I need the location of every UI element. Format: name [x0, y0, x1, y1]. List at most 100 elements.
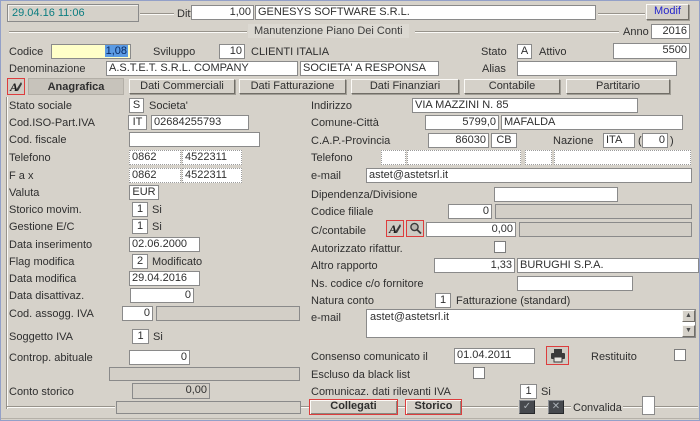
- storico-movim-desc: Si: [152, 204, 162, 217]
- divider: [623, 406, 642, 408]
- edit-icon: A: [9, 80, 23, 93]
- indirizzo-label: Indirizzo: [311, 100, 352, 113]
- telefono2-prefix1-field[interactable]: [381, 150, 406, 165]
- fax-prefix-field[interactable]: 0862: [129, 168, 181, 183]
- conto-storico-label: Conto storico: [9, 386, 74, 399]
- tab-partitario[interactable]: Partitario: [566, 79, 670, 94]
- convalida-toggle[interactable]: [642, 396, 655, 415]
- edit-anagrafica-button[interactable]: A: [7, 78, 25, 95]
- c-contabile-desc-field: [519, 222, 692, 237]
- stato-sociale-label: Stato sociale: [9, 100, 72, 113]
- collegati-button[interactable]: Collegati: [309, 399, 398, 415]
- comunicaz-iva-desc: Si: [541, 386, 551, 399]
- denominazione-extra-field[interactable]: SOCIETA' A RESPONSA: [300, 61, 439, 76]
- comune-code-field[interactable]: 5799,0: [425, 115, 499, 130]
- cod-assogg-iva-field[interactable]: 0: [122, 306, 153, 321]
- provincia-field[interactable]: CB: [491, 133, 517, 148]
- check-icon: ✓: [523, 401, 531, 412]
- cancel-button[interactable]: ✕: [548, 400, 564, 414]
- comunicaz-iva-label: Comunicaz. dati rilevanti IVA: [311, 386, 451, 399]
- telefono2-prefix2-field[interactable]: [525, 150, 552, 165]
- indirizzo-field[interactable]: VIA MAZZINI N. 85: [412, 98, 638, 113]
- natura-conto-desc: Fatturazione (standard): [456, 295, 570, 308]
- email2-textarea[interactable]: astet@astetsrl.it: [366, 309, 696, 338]
- data-modifica-field[interactable]: 29.04.2016: [129, 271, 200, 286]
- flag-modifica-label: Flag modifica: [9, 256, 74, 269]
- c-contabile-label: C/contabile: [311, 225, 366, 238]
- telefono2-number2-field[interactable]: [554, 150, 691, 165]
- autorizzato-rifattur-checkbox[interactable]: [494, 241, 506, 253]
- data-inserimento-field[interactable]: 02.06.2000: [129, 237, 200, 252]
- scroll-up-button[interactable]: ▲: [682, 310, 695, 322]
- window-bottom-edge: [1, 418, 699, 420]
- ns-codice-fornitore-label: Ns. codice c/o fornitore: [311, 278, 424, 291]
- restituito-checkbox[interactable]: [674, 349, 686, 361]
- codice-field[interactable]: 1,08: [51, 44, 131, 59]
- company-name-field[interactable]: GENESYS SOFTWARE S.R.L.: [255, 5, 596, 20]
- flag-modifica-field[interactable]: 2: [132, 254, 148, 269]
- codice-filiale-field[interactable]: 0: [448, 204, 492, 219]
- email-field[interactable]: astet@astetsrl.it: [366, 168, 692, 183]
- tab-contabile[interactable]: Contabile: [464, 79, 560, 94]
- modif-button[interactable]: Modif: [646, 4, 689, 20]
- controp-abituale-field[interactable]: 0: [129, 350, 190, 365]
- fax-number-field[interactable]: 4522311: [182, 168, 242, 183]
- restituito-label: Restituito: [591, 351, 637, 364]
- controp-abituale-label: Controp. abituale: [9, 352, 93, 365]
- stato-sociale-field[interactable]: S: [129, 98, 144, 113]
- storico-button[interactable]: Storico: [405, 399, 462, 415]
- partita-iva-field[interactable]: 02684255793: [151, 115, 249, 130]
- c-contabile-search-button[interactable]: [406, 220, 424, 237]
- datetime-display: 29.04.16 11:06: [7, 4, 139, 22]
- stato-field[interactable]: A: [517, 44, 532, 59]
- scroll-down-button[interactable]: ▼: [682, 325, 695, 337]
- cod-fiscale-field[interactable]: [129, 132, 260, 147]
- sviluppo-field[interactable]: 10: [219, 44, 245, 59]
- telefono2-label: Telefono: [311, 152, 353, 165]
- dipendenza-field[interactable]: [494, 187, 618, 202]
- alias-label: Alias: [482, 63, 506, 76]
- data-disattivaz-field[interactable]: 0: [130, 288, 194, 303]
- soggetto-iva-field[interactable]: 1: [132, 329, 149, 344]
- nazione-field[interactable]: ITA: [603, 133, 635, 148]
- company-code-field[interactable]: 1,00: [191, 5, 254, 20]
- comune-name-field[interactable]: MAFALDA: [501, 115, 683, 130]
- tab-dati-finanziari[interactable]: Dati Finanziari: [351, 79, 459, 94]
- c-contabile-edit-button[interactable]: A: [386, 220, 404, 237]
- cod-assogg-iva-label: Cod. assogg. IVA: [9, 308, 94, 321]
- alias-field[interactable]: [517, 61, 677, 76]
- gestione-ec-field[interactable]: 1: [132, 219, 148, 234]
- anno-label: Anno: [623, 26, 649, 39]
- denominazione-field[interactable]: A.S.T.E.T. S.R.L. COMPANY: [106, 61, 298, 76]
- cod-iso-prefix-field[interactable]: IT: [128, 115, 147, 130]
- divider: [564, 406, 571, 408]
- telefono-prefix-field[interactable]: 0862: [129, 150, 181, 165]
- altro-rapporto-field[interactable]: 1,33: [434, 258, 515, 273]
- telefono2-number1-field[interactable]: [407, 150, 521, 165]
- tab-dati-commerciali[interactable]: Dati Commerciali: [129, 79, 235, 94]
- escluso-black-list-checkbox[interactable]: [473, 367, 485, 379]
- confirm-button[interactable]: ✓: [519, 400, 535, 414]
- comunicaz-iva-field[interactable]: 1: [520, 384, 537, 399]
- nazione-num-field[interactable]: 0: [642, 133, 668, 148]
- print-button[interactable]: [546, 346, 569, 365]
- conto-number-field[interactable]: 5500: [613, 43, 690, 59]
- consenso-date-field[interactable]: 01.04.2011: [454, 348, 535, 364]
- cap-provincia-label: C.A.P.-Provincia: [311, 135, 390, 148]
- edit-icon: A: [388, 222, 402, 235]
- tab-anagrafica[interactable]: Anagrafica: [28, 78, 124, 95]
- tab-dati-fatturazione[interactable]: Dati Fatturazione: [239, 79, 346, 94]
- altro-rapporto-desc-field[interactable]: BURUGHI S.P.A.: [517, 258, 699, 273]
- c-contabile-field[interactable]: 0,00: [426, 222, 516, 237]
- valuta-field[interactable]: EUR: [129, 185, 159, 200]
- printer-icon: [550, 349, 566, 363]
- divider: [415, 31, 619, 33]
- storico-movim-field[interactable]: 1: [132, 202, 148, 217]
- cap-field[interactable]: 86030: [428, 133, 489, 148]
- ns-codice-fornitore-field[interactable]: [517, 276, 633, 291]
- email2-label: e-mail: [311, 312, 341, 325]
- anno-field[interactable]: 2016: [651, 24, 690, 39]
- telefono-number-field[interactable]: 4522311: [182, 150, 242, 165]
- cod-fiscale-label: Cod. fiscale: [9, 134, 66, 147]
- natura-conto-field[interactable]: 1: [435, 293, 451, 308]
